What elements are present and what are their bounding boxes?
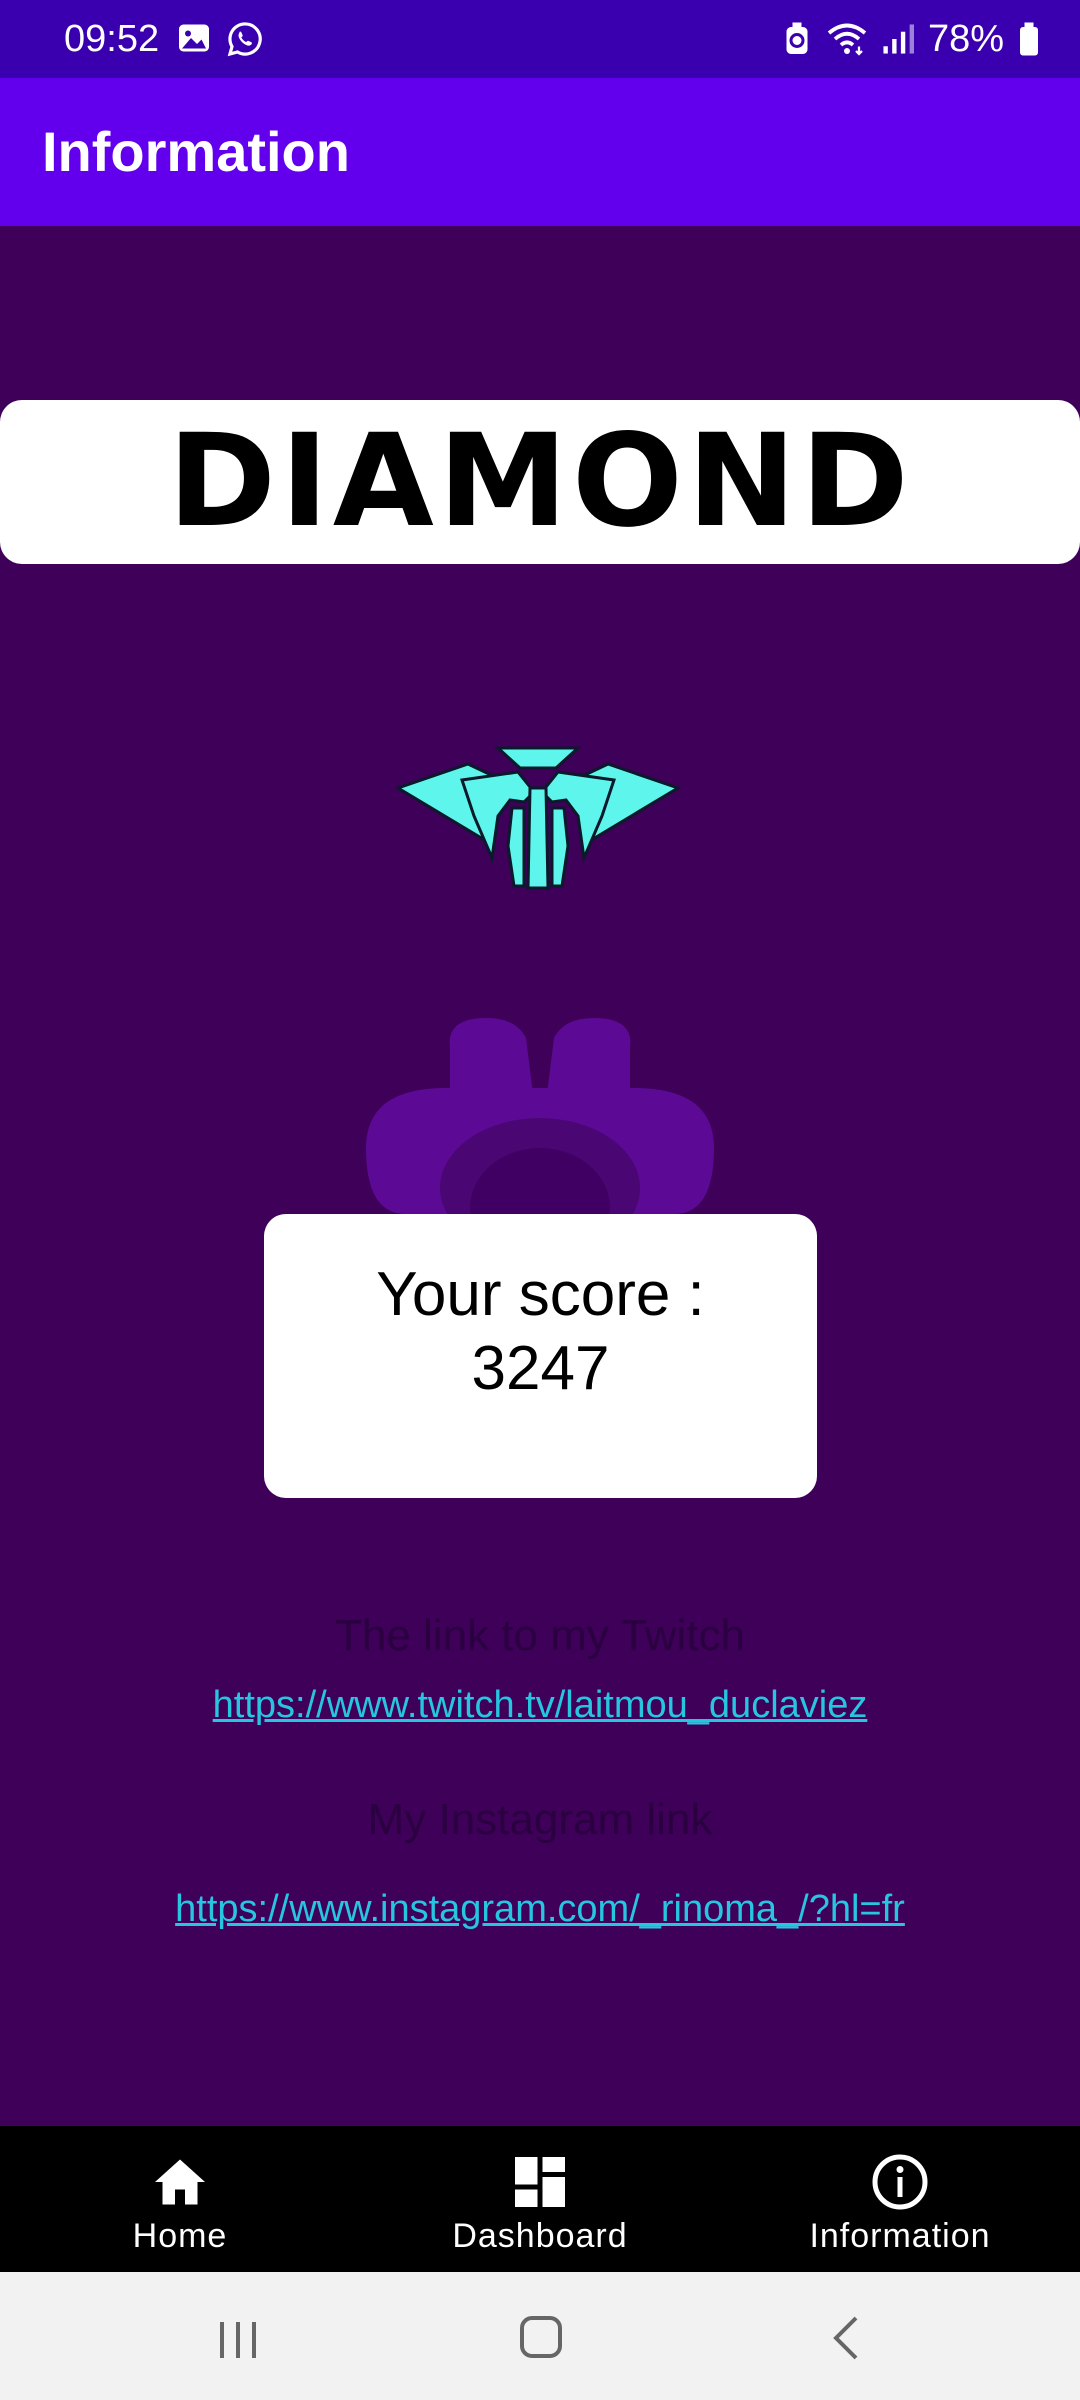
info-icon [872, 2154, 928, 2210]
nav-item-information[interactable]: Information [720, 2126, 1080, 2272]
bottom-navigation: Home Dashboard Information [0, 2126, 1080, 2272]
nav-label-home: Home [132, 2217, 228, 2255]
status-time: 09:52 [64, 18, 160, 60]
system-navigation-bar [0, 2272, 1080, 2400]
twitch-link[interactable]: https://www.twitch.tv/laitmou_duclaviez [0, 1680, 1080, 1730]
nav-item-dashboard[interactable]: Dashboard [360, 2126, 720, 2272]
home-circle-icon[interactable] [480, 2272, 600, 2400]
score-card: Your score : 3247 [264, 1214, 817, 1498]
signal-icon [883, 24, 914, 54]
status-left-icons [176, 20, 264, 58]
instagram-link-heading: My Instagram link [367, 1795, 713, 1844]
score-value: 3247 [471, 1334, 610, 1403]
rank-name: DIAMOND [167, 407, 913, 556]
app-bar: Information [0, 78, 1080, 226]
recents-icon[interactable] [178, 2272, 298, 2400]
battery-percent: 78% [927, 18, 1004, 60]
diamond-rank-emblem-icon [396, 746, 680, 890]
rank-banner: DIAMOND [0, 400, 1080, 564]
battery-icon [1020, 22, 1038, 56]
whatsapp-icon [227, 22, 262, 57]
nav-item-home[interactable]: Home [0, 2126, 360, 2272]
status-bar: 09:52 78% [0, 0, 1080, 78]
status-right: 78% [782, 14, 1040, 64]
page-title: Information [42, 120, 350, 183]
instagram-link[interactable]: https://www.instagram.com/_rinoma_/?hl=f… [0, 1884, 1080, 1934]
battery-saver-icon [786, 22, 808, 54]
home-icon [155, 2159, 205, 2205]
twitch-link-heading: The link to my Twitch [335, 1611, 745, 1660]
wifi-icon [827, 23, 867, 56]
background-flower-decoration [366, 1018, 714, 1214]
nav-label-information: Information [809, 2217, 991, 2255]
dashboard-icon [515, 2157, 565, 2207]
nav-label-dashboard: Dashboard [452, 2217, 628, 2255]
gallery-icon [179, 24, 209, 52]
back-icon[interactable] [784, 2272, 904, 2400]
score-label: Your score : [376, 1260, 705, 1329]
